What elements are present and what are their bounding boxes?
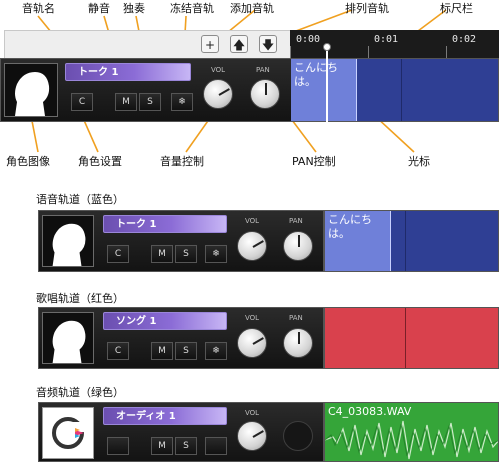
volume-knob[interactable] xyxy=(237,328,267,358)
pan-knob[interactable] xyxy=(283,328,313,358)
callout-pan-control: PAN控制 xyxy=(292,155,336,168)
callout-volume-control: 音量控制 xyxy=(160,155,204,168)
audio-track-avatar[interactable] xyxy=(42,407,94,459)
mute-button[interactable]: M xyxy=(151,437,173,455)
callout-mute: 静音 xyxy=(88,2,110,15)
vol-label: VOL xyxy=(245,409,260,417)
ruler-mark xyxy=(446,46,447,58)
pan-knob[interactable] xyxy=(283,231,313,261)
mute-button[interactable]: M xyxy=(115,93,137,111)
track-toolbar: + 🡅 🡇 xyxy=(4,30,292,60)
track-name-field[interactable]: ソング 1 xyxy=(103,312,227,330)
lane-divider xyxy=(401,59,402,121)
volume-knob[interactable] xyxy=(237,421,267,451)
freeze-track-button[interactable]: ❄ xyxy=(205,245,227,263)
knob-indicator xyxy=(252,337,264,345)
character-silhouette-icon xyxy=(15,72,50,116)
track-song[interactable]: ソング 1 C M S ❄ VOL PAN xyxy=(38,307,324,369)
solo-button[interactable]: S xyxy=(175,342,197,360)
talk-clip[interactable]: こんにちは。 xyxy=(291,59,357,121)
pan-knob[interactable] xyxy=(250,79,280,109)
callout-character-settings: 角色设置 xyxy=(78,155,122,168)
move-track-up-button[interactable]: 🡅 xyxy=(230,35,248,53)
callout-track-name: 音轨名 xyxy=(22,2,55,15)
track-top-lane[interactable]: こんにちは。 xyxy=(291,58,499,122)
ruler-tick-label: 0:00 xyxy=(296,34,321,45)
callout-solo: 独奏 xyxy=(123,2,145,15)
track-name-field[interactable]: トーク 1 xyxy=(65,63,191,81)
disabled-settings-slot xyxy=(107,437,129,455)
callout-freeze: 冻结音轨 xyxy=(170,2,214,15)
callout-arrange-track: 排列音轨 xyxy=(345,2,389,15)
solo-button[interactable]: S xyxy=(139,93,161,111)
track-name-field[interactable]: トーク 1 xyxy=(103,215,227,233)
track-audio[interactable]: オーディオ 1 M S VOL xyxy=(38,402,324,462)
move-track-down-button[interactable]: 🡇 xyxy=(259,35,277,53)
track-talk-lane[interactable]: こんにちは。 xyxy=(324,210,499,272)
knob-indicator xyxy=(298,235,300,247)
track-song-lane[interactable] xyxy=(324,307,499,369)
character-silhouette-icon xyxy=(52,223,86,266)
character-avatar[interactable] xyxy=(42,215,94,267)
playback-cursor[interactable] xyxy=(326,46,328,122)
section-label-talk: 语音轨道（蓝色） xyxy=(36,193,124,206)
knob-indicator xyxy=(218,88,230,96)
mute-button[interactable]: M xyxy=(151,245,173,263)
disabled-freeze-slot xyxy=(205,437,227,455)
solo-button[interactable]: S xyxy=(175,245,197,263)
volume-knob[interactable] xyxy=(237,231,267,261)
section-label-song: 歌唱轨道（红色） xyxy=(36,292,124,305)
track-talk[interactable]: トーク 1 C M S ❄ VOL PAN xyxy=(38,210,324,272)
knob-indicator xyxy=(298,332,300,344)
mute-button[interactable]: M xyxy=(151,342,173,360)
pan-label: PAN xyxy=(289,217,303,225)
talk-clip[interactable]: こんにちは。 xyxy=(325,211,391,271)
pan-label: PAN xyxy=(289,314,303,322)
vol-label: VOL xyxy=(245,217,260,225)
track-name-field[interactable]: オーディオ 1 xyxy=(103,407,227,425)
ruler-bar[interactable]: 0:00 0:01 0:02 xyxy=(290,30,499,58)
lane-divider xyxy=(405,211,406,271)
ruler-tick-label: 0:01 xyxy=(374,34,399,45)
vol-label: VOL xyxy=(245,314,260,322)
freeze-track-button[interactable]: ❄ xyxy=(205,342,227,360)
callout-ruler: 标尺栏 xyxy=(440,2,473,15)
ruler-mark xyxy=(290,46,291,58)
lane-divider xyxy=(405,308,406,368)
knob-indicator xyxy=(265,83,267,95)
character-avatar[interactable] xyxy=(42,312,94,364)
callout-add-track: 添加音轨 xyxy=(230,2,274,15)
callout-cursor: 光标 xyxy=(408,155,430,168)
knob-indicator xyxy=(252,430,264,438)
waveform-graphic xyxy=(325,420,498,460)
ruler-tick-label: 0:02 xyxy=(452,34,477,45)
solo-button[interactable]: S xyxy=(175,437,197,455)
character-settings-button[interactable]: C xyxy=(107,342,129,360)
pan-knob-disabled xyxy=(283,421,313,451)
vol-label: VOL xyxy=(211,66,226,74)
knob-indicator xyxy=(252,240,264,248)
volume-knob[interactable] xyxy=(203,79,233,109)
character-avatar[interactable] xyxy=(4,63,58,117)
add-track-button[interactable]: + xyxy=(201,35,219,53)
character-settings-button[interactable]: C xyxy=(71,93,93,111)
cursor-handle-icon[interactable] xyxy=(323,43,331,51)
callout-avatar: 角色图像 xyxy=(6,155,50,168)
pan-label: PAN xyxy=(256,66,270,74)
ruler-mark xyxy=(368,46,369,58)
character-settings-button[interactable]: C xyxy=(107,245,129,263)
character-silhouette-icon xyxy=(52,320,86,363)
track-top[interactable]: トーク 1 C M S ❄ VOL PAN xyxy=(0,58,323,122)
track-audio-lane[interactable]: C4_03083.WAV xyxy=(324,402,499,462)
audio-logo-icon xyxy=(52,417,84,449)
freeze-track-button[interactable]: ❄ xyxy=(171,93,193,111)
section-label-audio: 音频轨道（绿色） xyxy=(36,386,124,399)
